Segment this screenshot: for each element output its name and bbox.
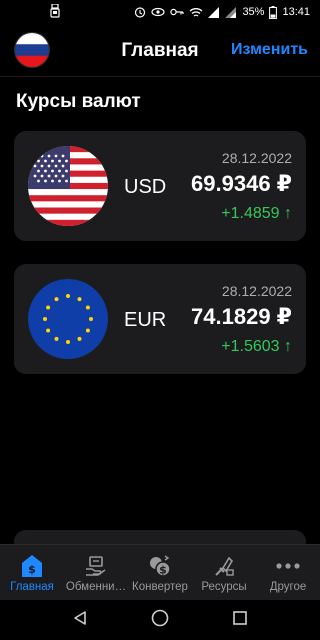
currency-card-eur[interactable]: EUR 28.12.2022 74.1829 ₽ +1.5603 ↑	[14, 264, 306, 374]
exchange-rate: 69.9346 ₽	[191, 171, 292, 196]
tab-label: Главная	[10, 581, 54, 593]
eu-flag-icon	[28, 279, 108, 359]
usa-flag-icon	[28, 146, 108, 226]
eye-icon	[151, 7, 166, 17]
tab-home[interactable]: $ Главная	[0, 545, 64, 601]
app-header: Главная Изменить	[0, 24, 320, 76]
signal-icon	[225, 6, 237, 18]
resources-icon	[213, 552, 235, 580]
home-icon[interactable]	[151, 609, 169, 632]
tab-exchange-offices[interactable]: Обменни…	[64, 545, 128, 601]
tab-resources[interactable]: Ресурсы	[192, 545, 256, 601]
rate-date: 28.12.2022	[221, 150, 292, 166]
status-bar: 35% 13:41	[0, 0, 320, 24]
rate-change: +1.5603 ↑	[221, 338, 292, 355]
wifi-icon	[189, 7, 203, 18]
usb-icon	[50, 2, 60, 21]
battery-text: 35%	[242, 6, 265, 18]
tab-bar: $ Главная Обменни… $ Конвертер Ресурсы Д…	[0, 544, 320, 601]
tab-label: Ресурсы	[201, 581, 247, 593]
currency-card-usd[interactable]: USD 28.12.2022 69.9346 ₽ +1.4859 ↑	[14, 131, 306, 241]
more-icon	[276, 552, 300, 580]
tab-label: Конвертер	[132, 581, 188, 593]
converter-icon: $	[148, 552, 172, 580]
tab-label: Обменни…	[65, 581, 127, 593]
key-icon	[170, 8, 185, 16]
exchange-rate: 74.1829 ₽	[191, 304, 292, 329]
system-nav-bar	[0, 600, 320, 640]
signal-icon	[208, 6, 220, 18]
battery-icon	[269, 5, 278, 19]
clock: 13:41	[282, 6, 310, 18]
tab-other[interactable]: Другое	[256, 545, 320, 601]
currency-code: USD	[124, 176, 167, 198]
rate-change: +1.4859 ↑	[221, 205, 292, 222]
svg-text:$: $	[28, 563, 36, 576]
exchange-office-icon	[85, 552, 107, 580]
home-dollar-icon: $	[21, 552, 43, 580]
edit-button[interactable]: Изменить	[231, 41, 308, 59]
back-icon[interactable]	[72, 610, 88, 631]
section-title: Курсы валют	[16, 91, 141, 112]
currency-code: EUR	[124, 309, 167, 331]
alarm-icon	[134, 6, 146, 18]
tab-label: Другое	[269, 581, 307, 593]
tab-converter[interactable]: $ Конвертер	[128, 545, 192, 601]
rate-date: 28.12.2022	[221, 283, 292, 299]
svg-text:$: $	[159, 564, 167, 577]
recents-icon[interactable]	[232, 610, 248, 631]
header-divider	[0, 76, 320, 77]
